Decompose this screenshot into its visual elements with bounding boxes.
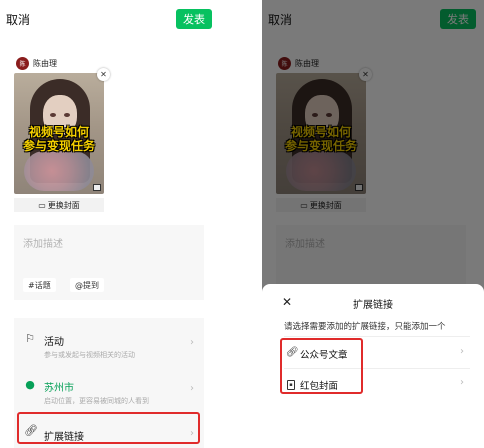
flag-icon: ⚐ (25, 332, 35, 345)
cancel-button[interactable]: 取消 (6, 11, 30, 28)
extended-link-screen: 取消 发表 陈 陈由理 视频号如何 参与变现任务 ✕ ▭ 更换封面 添加描述 ✕… (262, 0, 484, 448)
post-editor-screen: 取消 发表 陈 陈由理 视频号如何 参与变现任务 ✕ ▭ 更换封面 添加描述 #… (0, 0, 220, 448)
chevron-right-icon: › (460, 377, 464, 388)
option-title: 苏州市 (44, 383, 74, 394)
video-cover[interactable]: 视频号如何 参与变现任务 (14, 73, 104, 194)
chevron-right-icon: › (190, 337, 194, 348)
divider (220, 0, 262, 448)
option-location[interactable]: ● 苏州市 启动位置，更容易被同城的人看到 › (14, 368, 204, 410)
cover-title: 视频号如何 参与变现任务 (20, 125, 98, 153)
cover-title-line: 参与变现任务 (22, 139, 95, 153)
top-bar: 取消 发表 (0, 0, 220, 38)
close-icon[interactable]: ✕ (97, 68, 110, 81)
cover-art-blur (24, 151, 94, 191)
cover-art-eye (64, 113, 70, 117)
author-row: 陈 陈由理 (16, 57, 57, 70)
sheet-title: 扩展链接 (353, 300, 393, 311)
description-placeholder: 添加描述 (23, 239, 63, 250)
watermark-icon (93, 184, 101, 191)
mention-chip[interactable]: @提到 (70, 278, 104, 292)
option-title: 活动 (44, 337, 64, 348)
highlight-box (17, 412, 200, 444)
location-pin-icon: ● (25, 378, 35, 391)
description-field[interactable]: 添加描述 #话题 @提到 (14, 225, 204, 300)
change-cover-label: 更换封面 (47, 200, 80, 210)
option-subtitle: 参与或发起与视频相关的活动 (44, 351, 135, 359)
cover-title-line: 视频号如何 (28, 125, 89, 139)
option-subtitle: 启动位置，更容易被同城的人看到 (44, 397, 149, 405)
change-cover-button[interactable]: ▭ 更换封面 (14, 198, 104, 212)
divider (284, 336, 470, 337)
publish-button[interactable]: 发表 (176, 9, 212, 29)
sheet-hint: 请选择需要添加的扩展链接，只能添加一个 (284, 322, 446, 332)
chevron-right-icon: › (190, 383, 194, 394)
topic-chip[interactable]: #话题 (23, 278, 56, 292)
author-name: 陈由理 (33, 59, 57, 68)
chevron-right-icon: › (460, 346, 464, 357)
cover-art-eye (50, 113, 56, 117)
avatar: 陈 (16, 57, 29, 70)
option-activity[interactable]: ⚐ 活动 参与或发起与视频相关的活动 › (14, 322, 204, 364)
image-icon: ▭ (38, 200, 46, 210)
highlight-box (280, 338, 363, 394)
